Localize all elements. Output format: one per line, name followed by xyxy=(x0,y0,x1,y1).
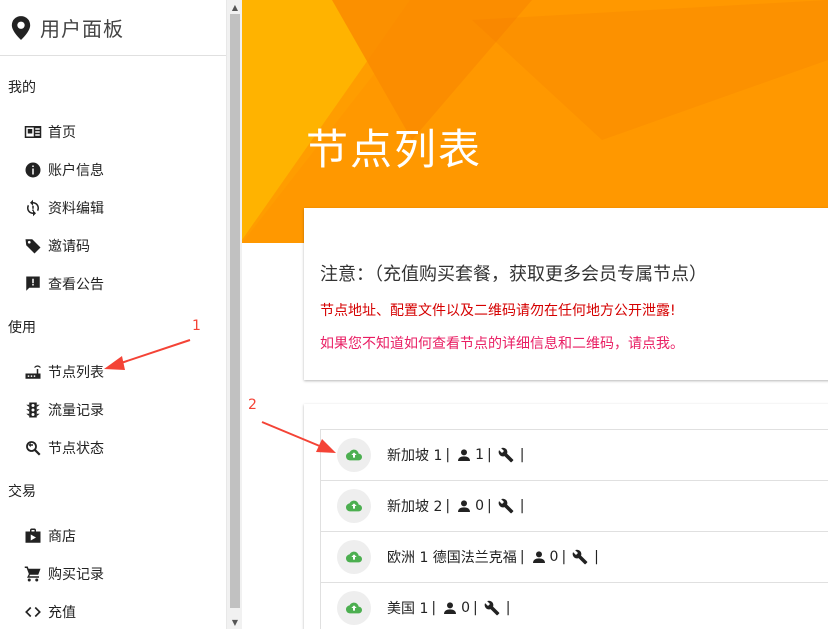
sidebar-item-traffic-log[interactable]: 流量记录 xyxy=(0,391,226,429)
notice-warning: 节点地址、配置文件以及二维码请勿在任何地方公开泄露! xyxy=(320,303,676,319)
separator: | xyxy=(519,498,525,514)
sidebar-item-label: 充值 xyxy=(48,605,76,621)
notice-heading: 注意：（充值购买套餐，获取更多会员专属节点） xyxy=(320,264,707,285)
user-icon xyxy=(458,500,471,512)
node-user-count: 0 xyxy=(475,498,484,514)
sidebar-item-label: 购买记录 xyxy=(48,567,104,583)
wrench-icon xyxy=(572,549,588,565)
sidebar-item-home[interactable]: 首页 xyxy=(0,113,226,151)
sidebar-title: 用户面板 xyxy=(40,17,124,41)
separator: | xyxy=(519,447,525,463)
separator: | xyxy=(594,549,599,565)
sidebar-scrollbar[interactable]: ▲ ▼ xyxy=(226,0,242,629)
node-row[interactable]: 新加坡 1 | 1 | | xyxy=(320,429,828,480)
node-avatar xyxy=(337,540,371,574)
wrench-icon xyxy=(484,600,500,616)
contact-card-icon xyxy=(24,123,42,141)
tag-icon xyxy=(24,237,42,255)
separator: | xyxy=(487,498,492,514)
sync-icon xyxy=(24,199,42,217)
sidebar-section-trade: 交易 xyxy=(8,484,36,500)
scroll-down-arrow-icon[interactable]: ▼ xyxy=(227,615,243,629)
separator: | xyxy=(505,600,511,616)
sidebar-item-label: 节点状态 xyxy=(48,441,104,457)
node-info: 欧洲 1 德国法兰克福 | 0 | | xyxy=(387,547,602,567)
sidebar-item-label: 资料编辑 xyxy=(48,201,104,217)
traffic-light-icon xyxy=(24,401,42,419)
sidebar-item-profile-edit[interactable]: 资料编辑 xyxy=(0,189,226,227)
node-avatar xyxy=(337,438,371,472)
scrollbar-thumb[interactable] xyxy=(230,14,240,608)
sidebar-item-recharge[interactable]: 充值 xyxy=(0,593,226,629)
sidebar-item-node-list[interactable]: 节点列表 xyxy=(0,353,226,391)
page-banner: 节点列表 xyxy=(242,0,828,243)
page-title: 节点列表 xyxy=(306,125,483,174)
sidebar-item-account-info[interactable]: 账户信息 xyxy=(0,151,226,189)
sidebar-item-label: 商店 xyxy=(48,529,76,545)
node-info: 新加坡 1 | 1 | | xyxy=(387,445,527,465)
cloud-upload-icon xyxy=(346,551,362,563)
node-name: 新加坡 1 xyxy=(387,448,443,464)
separator: | xyxy=(473,600,478,616)
sidebar-section-mine: 我的 xyxy=(8,80,36,96)
cloud-upload-icon xyxy=(346,602,362,614)
shop-icon xyxy=(24,527,42,545)
info-icon xyxy=(24,161,42,179)
annotation-label-2: 2 xyxy=(248,397,257,413)
node-name: 欧洲 1 德国法兰克福 xyxy=(387,550,517,566)
cloud-upload-icon xyxy=(346,500,362,512)
sidebar-item-purchase-history[interactable]: 购买记录 xyxy=(0,555,226,593)
main-content: 节点列表 注意：（充值购买套餐，获取更多会员专属节点） 节点地址、配置文件以及二… xyxy=(242,0,828,629)
node-avatar xyxy=(337,489,371,523)
node-info: 美国 1 | 0 | | xyxy=(387,598,513,618)
announcement-icon xyxy=(24,275,42,293)
location-pin-icon xyxy=(11,15,31,40)
separator: | xyxy=(445,498,451,514)
sidebar: 用户面板 我的 首页 账户信息 资料编辑 邀请码 查看公告 使用 节点列表 流量… xyxy=(0,0,226,629)
node-user-count: 0 xyxy=(549,549,559,565)
router-icon xyxy=(24,363,42,381)
sidebar-header[interactable]: 用户面板 xyxy=(0,0,226,56)
sidebar-item-label: 账户信息 xyxy=(48,163,104,179)
notice-help-link[interactable]: 如果您不知道如何查看节点的详细信息和二维码，请点我。 xyxy=(320,333,684,353)
sidebar-item-label: 邀请码 xyxy=(48,239,90,255)
node-info: 新加坡 2 | 0 | | xyxy=(387,496,527,516)
cloud-upload-icon xyxy=(346,449,362,461)
separator: | xyxy=(519,549,525,565)
separator: | xyxy=(561,549,567,565)
code-icon xyxy=(24,603,42,621)
node-user-count: 1 xyxy=(475,447,484,463)
separator: | xyxy=(445,447,451,463)
node-row[interactable]: 美国 1 | 0 | | xyxy=(320,582,828,629)
node-avatar xyxy=(337,591,371,625)
app-root: 用户面板 我的 首页 账户信息 资料编辑 邀请码 查看公告 使用 节点列表 流量… xyxy=(0,0,828,629)
separator: | xyxy=(431,600,437,616)
find-replace-icon xyxy=(24,439,42,457)
node-row[interactable]: 欧洲 1 德国法兰克福 | 0 | | xyxy=(320,531,828,582)
user-icon xyxy=(444,602,457,614)
user-icon xyxy=(532,551,545,563)
sidebar-item-label: 节点列表 xyxy=(48,365,104,381)
node-user-count: 0 xyxy=(461,600,470,616)
scroll-up-arrow-icon[interactable]: ▲ xyxy=(227,0,243,14)
sidebar-item-label: 查看公告 xyxy=(48,277,104,293)
node-list-card: 新加坡 1 | 1 | | 新加坡 2 | 0 | | 欧洲 1 德国法兰克福 … xyxy=(304,404,828,629)
node-name: 新加坡 2 xyxy=(387,499,443,515)
sidebar-item-shop[interactable]: 商店 xyxy=(0,517,226,555)
node-name: 美国 1 xyxy=(387,601,429,617)
separator: | xyxy=(487,447,492,463)
cart-icon xyxy=(24,565,42,583)
wrench-icon xyxy=(498,498,514,514)
wrench-icon xyxy=(498,447,514,463)
sidebar-item-invite-code[interactable]: 邀请码 xyxy=(0,227,226,265)
notice-card: 注意：（充值购买套餐，获取更多会员专属节点） 节点地址、配置文件以及二维码请勿在… xyxy=(304,208,828,380)
user-icon xyxy=(458,449,471,461)
sidebar-item-label: 首页 xyxy=(48,125,76,141)
sidebar-item-label: 流量记录 xyxy=(48,403,104,419)
node-row[interactable]: 新加坡 2 | 0 | | xyxy=(320,480,828,531)
sidebar-item-node-status[interactable]: 节点状态 xyxy=(0,429,226,467)
sidebar-item-announcements[interactable]: 查看公告 xyxy=(0,265,226,303)
annotation-label-1: 1 xyxy=(192,318,201,334)
